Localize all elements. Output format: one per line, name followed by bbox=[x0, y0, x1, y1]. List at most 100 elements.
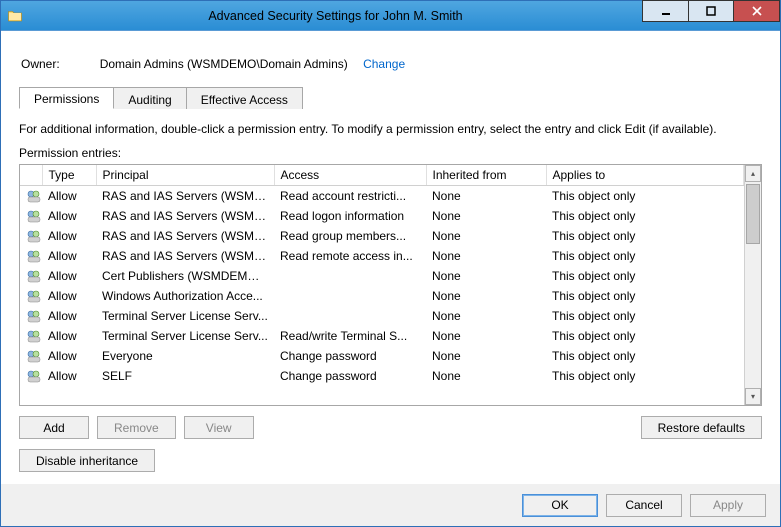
cell-type: Allow bbox=[42, 306, 96, 326]
cell-principal: SELF bbox=[96, 366, 274, 386]
owner-value: Domain Admins (WSMDEMO\Domain Admins) bbox=[100, 57, 348, 71]
permissions-grid: Type Principal Access Inherited from App… bbox=[19, 164, 762, 406]
group-icon bbox=[20, 326, 42, 346]
cell-access bbox=[274, 306, 426, 326]
cell-inherited: None bbox=[426, 306, 546, 326]
client-area: Owner: Domain Admins (WSMDEMO\Domain Adm… bbox=[1, 31, 780, 484]
cell-applies: This object only bbox=[546, 306, 744, 326]
table-row[interactable]: AllowTerminal Server License Serv... None… bbox=[20, 306, 744, 326]
dialog-footer: OK Cancel Apply bbox=[1, 484, 780, 526]
scroll-track[interactable] bbox=[745, 182, 761, 388]
cell-type: Allow bbox=[42, 266, 96, 286]
vertical-scrollbar[interactable]: ▴ ▾ bbox=[744, 165, 761, 405]
cell-principal: Windows Authorization Acce... bbox=[96, 286, 274, 306]
group-icon bbox=[20, 346, 42, 366]
inheritance-row: Disable inheritance bbox=[19, 449, 762, 472]
col-access[interactable]: Access bbox=[274, 165, 426, 186]
cell-principal: RAS and IAS Servers (WSMDE... bbox=[96, 206, 274, 226]
view-button[interactable]: View bbox=[184, 416, 254, 439]
minimize-button[interactable] bbox=[642, 0, 688, 22]
col-icon[interactable] bbox=[20, 165, 42, 186]
col-type[interactable]: Type bbox=[42, 165, 96, 186]
cell-type: Allow bbox=[42, 206, 96, 226]
info-text: For additional information, double-click… bbox=[19, 122, 762, 136]
cell-inherited: None bbox=[426, 206, 546, 226]
table-row[interactable]: AllowSELFChange passwordNoneThis object … bbox=[20, 366, 744, 386]
disable-inheritance-button[interactable]: Disable inheritance bbox=[19, 449, 155, 472]
tab-strip: Permissions Auditing Effective Access bbox=[19, 87, 762, 109]
cell-inherited: None bbox=[426, 286, 546, 306]
cell-applies: This object only bbox=[546, 286, 744, 306]
cell-type: Allow bbox=[42, 246, 96, 266]
cell-access: Read account restricti... bbox=[274, 186, 426, 207]
cell-principal: RAS and IAS Servers (WSMDE... bbox=[96, 226, 274, 246]
group-icon bbox=[20, 286, 42, 306]
titlebar[interactable]: Advanced Security Settings for John M. S… bbox=[1, 1, 780, 31]
scroll-up-button[interactable]: ▴ bbox=[745, 165, 761, 182]
group-icon bbox=[20, 266, 42, 286]
cell-access bbox=[274, 266, 426, 286]
table-row[interactable]: AllowEveryoneChange passwordNoneThis obj… bbox=[20, 346, 744, 366]
close-button[interactable] bbox=[734, 0, 780, 22]
cell-type: Allow bbox=[42, 326, 96, 346]
tab-effective-access[interactable]: Effective Access bbox=[186, 87, 303, 109]
tab-auditing[interactable]: Auditing bbox=[113, 87, 186, 109]
cell-applies: This object only bbox=[546, 326, 744, 346]
security-settings-window: Advanced Security Settings for John M. S… bbox=[0, 0, 781, 527]
cell-inherited: None bbox=[426, 346, 546, 366]
cell-applies: This object only bbox=[546, 266, 744, 286]
table-row[interactable]: AllowRAS and IAS Servers (WSMDE...Read a… bbox=[20, 186, 744, 207]
group-icon bbox=[20, 306, 42, 326]
owner-row: Owner: Domain Admins (WSMDEMO\Domain Adm… bbox=[21, 57, 760, 71]
cell-type: Allow bbox=[42, 186, 96, 207]
window-controls bbox=[642, 1, 780, 30]
ok-button[interactable]: OK bbox=[522, 494, 598, 517]
change-owner-link[interactable]: Change bbox=[363, 57, 405, 71]
apply-button[interactable]: Apply bbox=[690, 494, 766, 517]
table-row[interactable]: AllowTerminal Server License Serv...Read… bbox=[20, 326, 744, 346]
cell-principal: RAS and IAS Servers (WSMDE... bbox=[96, 246, 274, 266]
list-label: Permission entries: bbox=[19, 146, 762, 160]
tab-body: For additional information, double-click… bbox=[19, 108, 762, 472]
scroll-thumb[interactable] bbox=[746, 184, 760, 244]
col-applies[interactable]: Applies to bbox=[546, 165, 744, 186]
cell-type: Allow bbox=[42, 346, 96, 366]
col-principal[interactable]: Principal bbox=[96, 165, 274, 186]
cell-principal: Terminal Server License Serv... bbox=[96, 326, 274, 346]
column-headers[interactable]: Type Principal Access Inherited from App… bbox=[20, 165, 744, 186]
group-icon bbox=[20, 226, 42, 246]
cell-inherited: None bbox=[426, 186, 546, 207]
cell-principal: Terminal Server License Serv... bbox=[96, 306, 274, 326]
cell-access: Read logon information bbox=[274, 206, 426, 226]
remove-button[interactable]: Remove bbox=[97, 416, 176, 439]
group-icon bbox=[20, 206, 42, 226]
cell-type: Allow bbox=[42, 366, 96, 386]
maximize-button[interactable] bbox=[688, 0, 734, 22]
group-icon bbox=[20, 186, 42, 207]
cell-inherited: None bbox=[426, 326, 546, 346]
folder-icon bbox=[1, 8, 29, 24]
tab-permissions[interactable]: Permissions bbox=[19, 87, 114, 109]
table-row[interactable]: AllowCert Publishers (WSMDEMO\...NoneThi… bbox=[20, 266, 744, 286]
cell-applies: This object only bbox=[546, 186, 744, 207]
cancel-button[interactable]: Cancel bbox=[606, 494, 682, 517]
group-icon bbox=[20, 246, 42, 266]
cell-inherited: None bbox=[426, 226, 546, 246]
table-row[interactable]: AllowRAS and IAS Servers (WSMDE...Read g… bbox=[20, 226, 744, 246]
table-row[interactable]: AllowWindows Authorization Acce... NoneTh… bbox=[20, 286, 744, 306]
button-row: Add Remove View Restore defaults bbox=[19, 416, 762, 439]
table-row[interactable]: AllowRAS and IAS Servers (WSMDE...Read r… bbox=[20, 246, 744, 266]
col-inherited[interactable]: Inherited from bbox=[426, 165, 546, 186]
cell-applies: This object only bbox=[546, 246, 744, 266]
cell-access: Change password bbox=[274, 366, 426, 386]
cell-type: Allow bbox=[42, 286, 96, 306]
cell-access: Change password bbox=[274, 346, 426, 366]
cell-applies: This object only bbox=[546, 206, 744, 226]
add-button[interactable]: Add bbox=[19, 416, 89, 439]
scroll-down-button[interactable]: ▾ bbox=[745, 388, 761, 405]
cell-inherited: None bbox=[426, 366, 546, 386]
owner-label: Owner: bbox=[21, 57, 60, 71]
cell-access: Read/write Terminal S... bbox=[274, 326, 426, 346]
table-row[interactable]: AllowRAS and IAS Servers (WSMDE...Read l… bbox=[20, 206, 744, 226]
restore-defaults-button[interactable]: Restore defaults bbox=[641, 416, 762, 439]
